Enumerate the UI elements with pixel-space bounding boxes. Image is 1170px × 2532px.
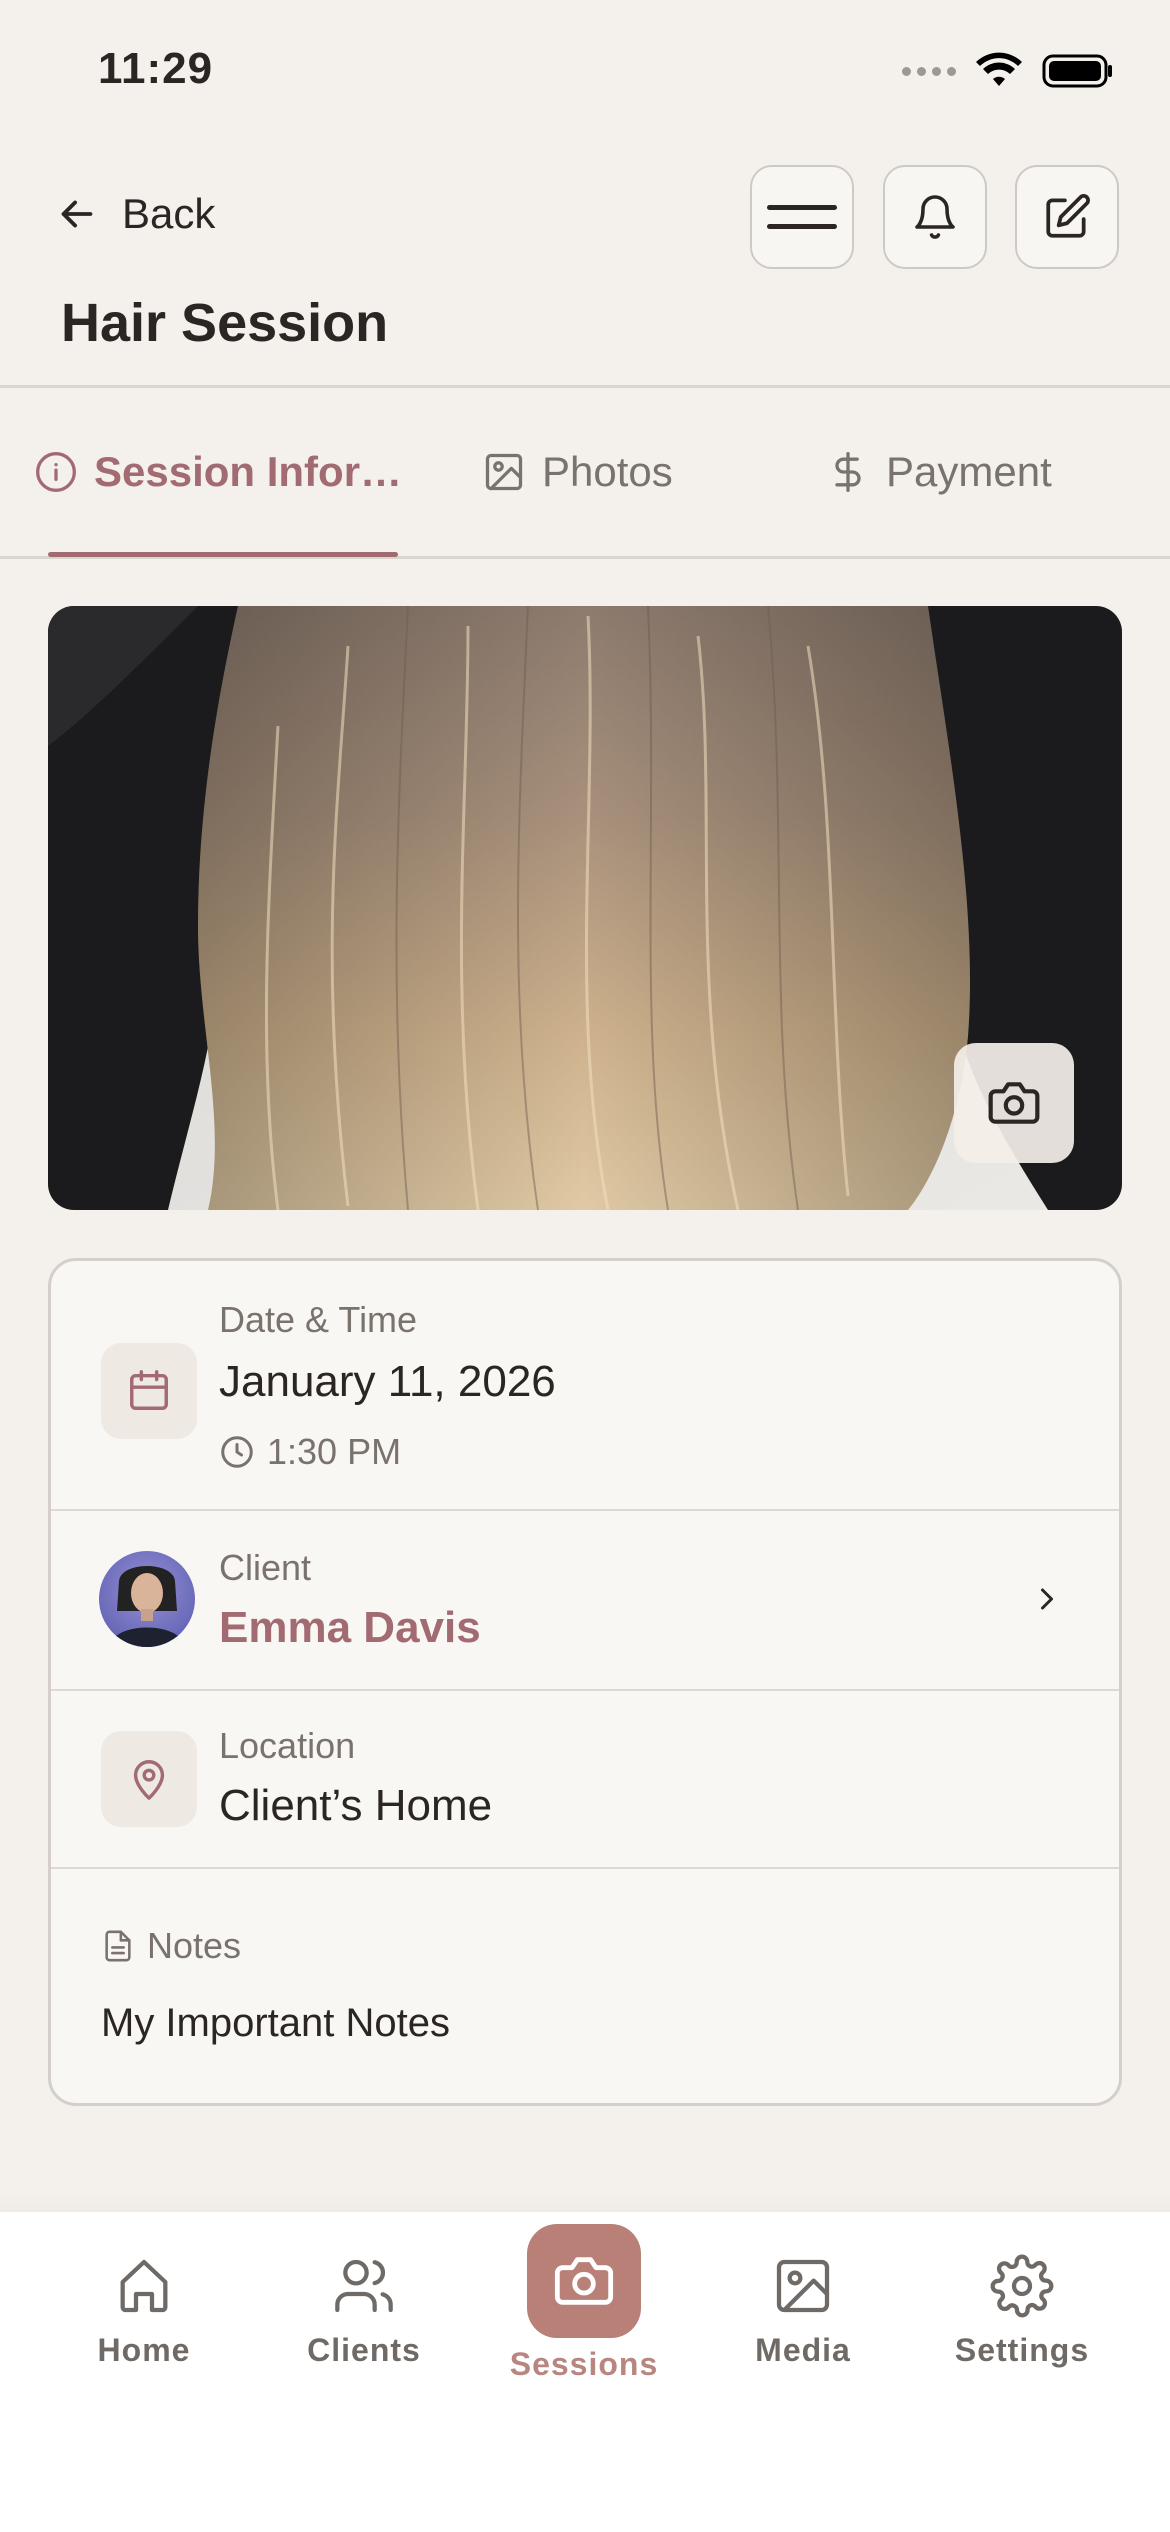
- home-icon: [120, 2259, 168, 2313]
- dollar-icon: [835, 452, 861, 492]
- location-value: Client’s Home: [219, 1781, 493, 1830]
- hamburger-icon: [767, 205, 837, 229]
- tab-session-info-label: Session Infor…: [94, 448, 403, 495]
- location-label: Location: [219, 1725, 356, 1766]
- nav-home[interactable]: Home: [54, 2254, 234, 2369]
- client-label: Client: [219, 1547, 312, 1588]
- status-time: 11:29: [98, 44, 214, 93]
- clock-icon: [221, 1436, 253, 1468]
- arrow-left-icon: [61, 200, 93, 228]
- time-row: 1:30 PM: [219, 1431, 401, 1473]
- avatar: [99, 1551, 195, 1647]
- row-divider: [51, 1689, 1119, 1691]
- edit-icon: [1046, 194, 1090, 238]
- time-value: 1:30 PM: [267, 1431, 402, 1472]
- back-button[interactable]: Back: [54, 190, 215, 238]
- active-tab-indicator: [48, 552, 398, 557]
- image-icon: [485, 453, 523, 491]
- nav-settings[interactable]: Settings: [932, 2254, 1112, 2369]
- edit-button[interactable]: [1015, 165, 1119, 269]
- camera-icon: [554, 2257, 614, 2305]
- nav-sessions[interactable]: Sessions: [494, 2224, 674, 2383]
- row-divider: [51, 1867, 1119, 1869]
- users-icon: [335, 2259, 393, 2313]
- menu-button[interactable]: [750, 165, 854, 269]
- battery-icon: [1042, 54, 1112, 88]
- tab-payment-label: Payment: [886, 448, 1052, 495]
- bottom-nav: Home Clients Sessions Media Settings: [0, 2212, 1170, 2532]
- calendar-icon-box: [101, 1343, 197, 1439]
- location-icon-box: [101, 1731, 197, 1827]
- nav-settings-label: Settings: [954, 2332, 1090, 2368]
- nav-sessions-label: Sessions: [509, 2346, 659, 2382]
- document-icon: [105, 1930, 131, 1962]
- nav-media-label: Media: [755, 2332, 851, 2368]
- client-name: Emma Davis: [219, 1603, 481, 1652]
- camera-icon: [988, 1082, 1040, 1124]
- bell-icon: [915, 195, 955, 239]
- tab-photos-label: Photos: [542, 448, 673, 495]
- change-photo-button[interactable]: [954, 1043, 1074, 1163]
- notes-header: Notes: [101, 1925, 241, 1967]
- notifications-button[interactable]: [883, 165, 987, 269]
- calendar-icon: [130, 1370, 168, 1410]
- date-time-label: Date & Time: [219, 1299, 418, 1340]
- nav-home-label: Home: [97, 2332, 191, 2368]
- date-value: January 11, 2026: [219, 1357, 556, 1406]
- signal-icon: [902, 66, 956, 76]
- image-icon: [776, 2259, 830, 2313]
- session-info-card: Date & Time January 11, 2026 1:30 PM Cli…: [48, 1258, 1122, 2106]
- info-icon: [36, 452, 76, 492]
- nav-active-highlight: [527, 2224, 641, 2338]
- client-row[interactable]: Client Emma Davis: [51, 1511, 1119, 1689]
- chevron-right-icon: [1041, 1588, 1053, 1610]
- tab-bar: Session Infor… Photos Payment: [0, 388, 1170, 558]
- gear-icon: [990, 2254, 1054, 2318]
- back-label: Back: [122, 190, 216, 237]
- page-title: Hair Session: [61, 293, 389, 353]
- tab-session-info[interactable]: Session Infor…: [34, 448, 402, 496]
- nav-media[interactable]: Media: [713, 2254, 893, 2369]
- nav-clients[interactable]: Clients: [274, 2254, 454, 2369]
- notes-value: My Important Notes: [101, 2001, 451, 2045]
- map-pin-icon: [133, 1760, 165, 1800]
- status-icons: [902, 52, 1114, 90]
- nav-clients-label: Clients: [307, 2332, 421, 2368]
- notes-label: Notes: [147, 1925, 242, 1966]
- wifi-icon: [976, 52, 1022, 86]
- tab-payment[interactable]: Payment: [826, 448, 1052, 496]
- tab-photos[interactable]: Photos: [482, 448, 673, 496]
